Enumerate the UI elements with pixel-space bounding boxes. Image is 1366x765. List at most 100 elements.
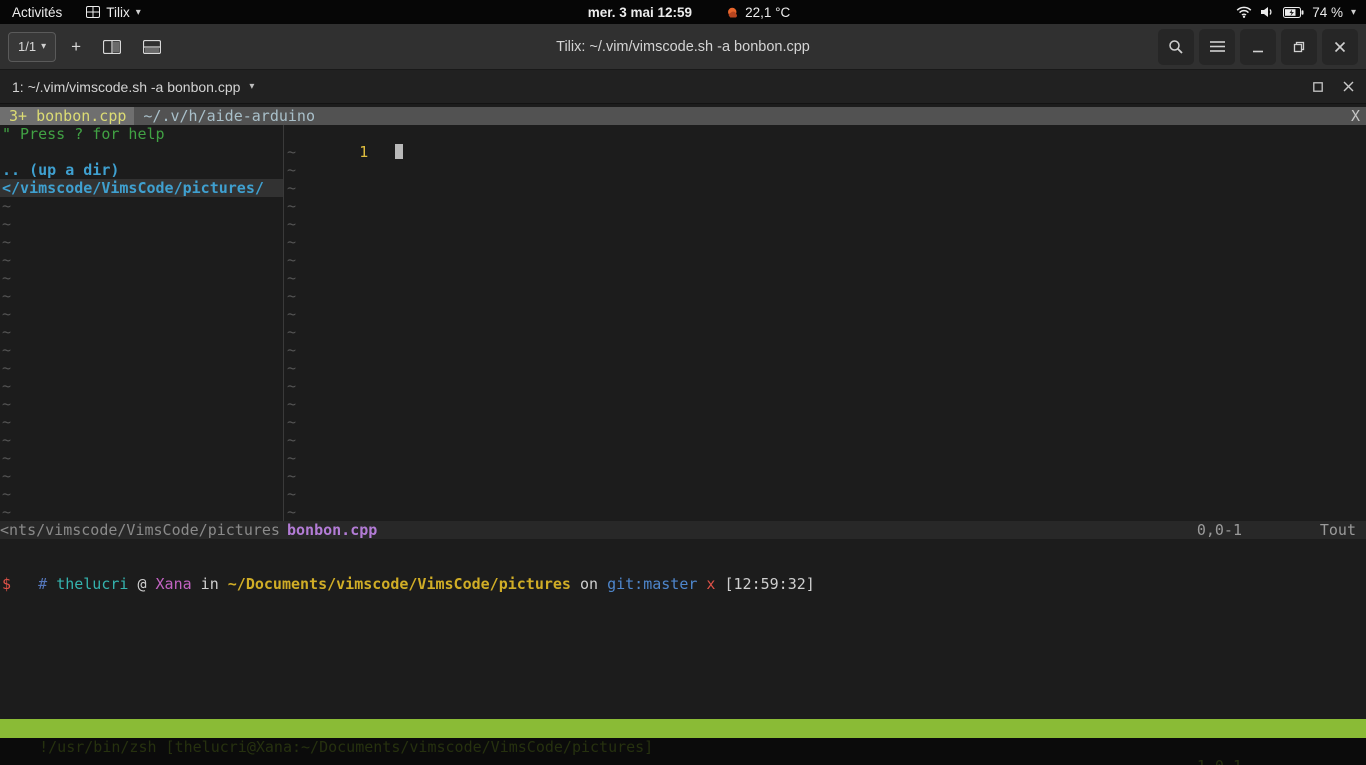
session-counter: 1/1 (18, 39, 36, 54)
chevron-down-icon: ▾ (41, 41, 46, 52)
session-switcher-button[interactable]: 1/1 ▾ (8, 32, 56, 62)
empty-line-tilde: ~ (2, 197, 283, 215)
search-button[interactable] (1158, 29, 1194, 65)
weather-temp: 22,1 °C (745, 5, 790, 20)
search-icon (1168, 39, 1184, 55)
empty-line-tilde: ~ (2, 503, 283, 521)
empty-line-tilde: ~ (287, 287, 1366, 305)
split-terminal-down-button[interactable] (136, 32, 168, 62)
close-icon (1334, 41, 1346, 53)
empty-line-tilde: ~ (287, 341, 1366, 359)
line-number: 1 (359, 143, 368, 161)
shell-prompt-dollar[interactable]: $ (0, 575, 1366, 593)
chevron-down-icon: ▾ (136, 7, 141, 18)
terminal-empty-area (0, 593, 1366, 719)
empty-line-tilde: ~ (287, 179, 1366, 197)
netrw-current-dir[interactable]: </vimscode/VimsCode/pictures/ (0, 179, 283, 197)
empty-line-tilde: ~ (287, 233, 1366, 251)
empty-line-tilde: ~ (2, 287, 283, 305)
split-terminal-right-button[interactable] (96, 32, 128, 62)
empty-line-tilde: ~ (287, 467, 1366, 485)
restore-window-icon (1293, 41, 1305, 53)
netrw-empty-lines: ~~~~~~~~~~~~~~~~~~ (2, 197, 283, 521)
empty-line-tilde: ~ (287, 485, 1366, 503)
empty-line-tilde: ~ (287, 503, 1366, 521)
empty-line-tilde: ~ (2, 251, 283, 269)
shell-prompt-line: # thelucri @ Xana in ~/Documents/vimscod… (0, 557, 1366, 575)
menu-button[interactable] (1199, 29, 1235, 65)
empty-line-tilde: ~ (287, 359, 1366, 377)
clock-button[interactable]: mer. 3 mai 12:59 (576, 0, 704, 24)
terminal-statusline-text: !/usr/bin/zsh [thelucri@Xana:~/Documents… (39, 738, 653, 756)
vim-tabline-close-button[interactable]: X (1351, 107, 1366, 125)
vim-tab-other[interactable]: ~/.v/h/aide-arduino (134, 107, 324, 125)
vim-split: " Press ? for help .. (up a dir) </vimsc… (0, 125, 1366, 521)
terminal-statusline-ruler: 1,0-1 (1197, 757, 1242, 765)
empty-line-tilde: ~ (287, 305, 1366, 323)
chevron-down-icon: ▾ (1351, 7, 1356, 18)
minimize-button[interactable] (1240, 29, 1276, 65)
netrw-pane[interactable]: " Press ? for help .. (up a dir) </vimsc… (0, 125, 284, 521)
empty-line-tilde: ~ (287, 323, 1366, 341)
vim-terminal-statusline: !/usr/bin/zsh [thelucri@Xana:~/Documents… (0, 719, 1366, 738)
empty-line-tilde: ~ (287, 251, 1366, 269)
tilix-icon (86, 6, 100, 18)
chevron-down-icon[interactable]: ▾ (249, 81, 254, 92)
vim-tab-active[interactable]: 3+ bonbon.cpp (0, 107, 134, 125)
split-right-icon (103, 40, 121, 54)
maximize-pane-button[interactable] (1313, 82, 1323, 92)
empty-line-tilde: ~ (287, 197, 1366, 215)
empty-line-tilde: ~ (287, 161, 1366, 179)
buffer-pane[interactable]: 1 ~~~~~~~~~~~~~~~~~~~~~ (284, 125, 1366, 521)
netrw-up-dir[interactable]: .. (up a dir) (2, 161, 283, 179)
minimize-icon (1252, 41, 1264, 53)
empty-line-tilde: ~ (2, 215, 283, 233)
empty-line-tilde: ~ (287, 215, 1366, 233)
empty-line-tilde: ~ (2, 431, 283, 449)
battery-icon (1283, 7, 1304, 18)
terminal-pane-header[interactable]: 1: ~/.vim/vimscode.sh -a bonbon.cpp ▾ (0, 70, 1366, 104)
statusline-scroll-position: Tout (1320, 521, 1356, 539)
close-pane-button[interactable] (1343, 81, 1354, 92)
empty-line-tilde: ~ (2, 413, 283, 431)
buffer-first-line: 1 (287, 125, 1366, 143)
tilix-title-bar: 1/1 ▾ + Tilix: ~/.vim/vimscode.sh -a bon… (0, 24, 1366, 70)
new-session-button[interactable]: + (64, 32, 88, 62)
vim-tabline: 3+ bonbon.cpp ~/.v/h/aide-arduino X (0, 107, 1366, 125)
buffer-empty-lines: ~~~~~~~~~~~~~~~~~~~~~ (287, 143, 1366, 521)
empty-line-tilde: ~ (2, 485, 283, 503)
terminal[interactable]: 3+ bonbon.cpp ~/.v/h/aide-arduino X " Pr… (0, 104, 1366, 765)
empty-line-tilde: ~ (2, 341, 283, 359)
empty-line-tilde: ~ (2, 467, 283, 485)
empty-line-tilde: ~ (2, 233, 283, 251)
empty-line-tilde: ~ (2, 377, 283, 395)
empty-line-tilde: ~ (2, 305, 283, 323)
statusline-filename: bonbon.cpp (284, 521, 377, 539)
weather-indicator: 22,1 °C (726, 5, 790, 20)
tilix-app-menu[interactable]: Tilix ▾ (74, 0, 153, 24)
empty-line-tilde: ~ (2, 359, 283, 377)
empty-line-tilde: ~ (287, 449, 1366, 467)
hamburger-menu-icon (1210, 41, 1225, 52)
activities-button[interactable]: Activités (0, 0, 74, 24)
system-status-area[interactable]: 74 % ▾ (1226, 0, 1366, 24)
gnome-top-bar: Activités Tilix ▾ mer. 3 mai 12:59 22,1 … (0, 0, 1366, 24)
weather-icon (726, 6, 739, 19)
app-menu-label: Tilix (106, 5, 130, 20)
empty-line-tilde: ~ (2, 269, 283, 287)
restore-button[interactable] (1281, 29, 1317, 65)
empty-line-tilde: ~ (287, 143, 1366, 161)
empty-line-tilde: ~ (287, 377, 1366, 395)
statusline-netrw-path: <nts/vimscode/VimsCode/pictures (0, 521, 284, 539)
close-button[interactable] (1322, 29, 1358, 65)
empty-line-tilde: ~ (287, 269, 1366, 287)
close-icon (1343, 81, 1354, 92)
empty-line-tilde: ~ (287, 413, 1366, 431)
terminal-title: 1: ~/.vim/vimscode.sh -a bonbon.cpp (12, 79, 240, 95)
maximize-pane-icon (1313, 82, 1323, 92)
vim-cursor (395, 144, 403, 159)
statusline-ruler: 0,0-1 (1197, 521, 1242, 539)
wifi-icon (1236, 6, 1252, 18)
empty-line-tilde: ~ (2, 395, 283, 413)
battery-percent: 74 % (1312, 5, 1343, 20)
